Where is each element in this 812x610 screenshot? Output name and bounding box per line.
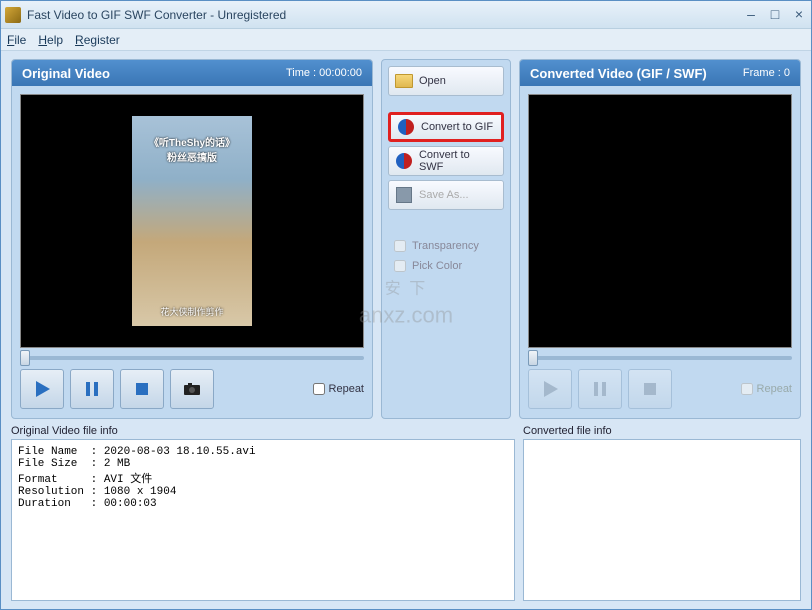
pause-button[interactable] (70, 369, 114, 409)
folder-icon (395, 73, 413, 89)
save-icon (395, 187, 413, 203)
panels-row: Original Video Time : 00:00:00 《听TheShy的… (11, 59, 801, 419)
original-info-label: Original Video file info (11, 425, 515, 437)
pick-color-label: Pick Color (412, 260, 462, 272)
repeat-input[interactable] (313, 383, 325, 395)
open-label: Open (419, 75, 446, 87)
convert-gif-label: Convert to GIF (421, 121, 493, 133)
pick-color-option: Pick Color (388, 258, 504, 274)
convert-icon (397, 119, 415, 135)
converted-video-panel: Converted Video (GIF / SWF) Frame : 0 (519, 59, 801, 419)
repeat-label: Repeat (329, 383, 364, 395)
pick-color-checkbox (394, 260, 406, 272)
stop-icon (640, 379, 660, 399)
converted-info-text[interactable] (523, 439, 801, 601)
window-title: Fast Video to GIF SWF Converter - Unregi… (27, 8, 743, 22)
pause-button (578, 369, 622, 409)
converted-video-viewport[interactable] (528, 94, 792, 348)
converted-repeat-checkbox: Repeat (741, 383, 792, 395)
pause-icon (82, 379, 102, 399)
slider-thumb[interactable] (20, 350, 30, 366)
open-button[interactable]: Open (388, 66, 504, 96)
minimize-button[interactable]: – (743, 8, 759, 22)
thumb-title: 《听TheShy的话》 (149, 134, 235, 149)
maximize-button[interactable]: □ (767, 8, 783, 22)
menubar: File Help Register (1, 29, 811, 51)
time-display: Time : 00:00:00 (286, 67, 362, 79)
transparency-label: Transparency (412, 240, 479, 252)
convert-icon (395, 153, 413, 169)
original-video-viewport[interactable]: 《听TheShy的话》 粉丝恶搞版 花大侠制作剪作 (20, 94, 364, 348)
slider-track (20, 356, 364, 360)
slider-thumb (528, 350, 538, 366)
original-panel-body: 《听TheShy的话》 粉丝恶搞版 花大侠制作剪作 (12, 86, 372, 418)
slider-track (528, 356, 792, 360)
menu-register[interactable]: Register (75, 33, 120, 47)
camera-icon (182, 379, 202, 399)
converted-panel-body: Repeat (520, 86, 800, 418)
thumb-subtitle: 粉丝恶搞版 (167, 149, 217, 164)
stop-button (628, 369, 672, 409)
stop-button[interactable] (120, 369, 164, 409)
play-icon (32, 379, 52, 399)
convert-to-gif-button[interactable]: Convert to GIF (388, 112, 504, 142)
transparency-option: Transparency (388, 238, 504, 254)
snapshot-button[interactable] (170, 369, 214, 409)
original-video-panel: Original Video Time : 00:00:00 《听TheShy的… (11, 59, 373, 419)
play-icon (540, 379, 560, 399)
converted-file-info: Converted file info (523, 425, 801, 601)
transparency-checkbox (394, 240, 406, 252)
stop-icon (132, 379, 152, 399)
save-as-button: Save As... (388, 180, 504, 210)
app-icon (5, 7, 21, 23)
info-row: Original Video file info File Name : 202… (11, 425, 801, 601)
repeat-input (741, 383, 753, 395)
pause-icon (590, 379, 610, 399)
original-info-text[interactable]: File Name : 2020-08-03 18.10.55.avi File… (11, 439, 515, 601)
original-panel-title: Original Video (22, 66, 110, 81)
original-controls: Repeat (20, 368, 364, 410)
close-button[interactable]: × (791, 8, 807, 22)
converted-seek-slider (528, 348, 792, 368)
play-button[interactable] (20, 369, 64, 409)
repeat-label: Repeat (757, 383, 792, 395)
convert-to-swf-button[interactable]: Convert to SWF (388, 146, 504, 176)
frame-display: Frame : 0 (743, 67, 790, 79)
play-button (528, 369, 572, 409)
converted-controls: Repeat (528, 368, 792, 410)
menu-file[interactable]: File (7, 33, 26, 47)
original-file-info: Original Video file info File Name : 202… (11, 425, 515, 601)
thumb-footer: 花大侠制作剪作 (160, 305, 223, 318)
titlebar: Fast Video to GIF SWF Converter - Unregi… (1, 1, 811, 29)
thumb-credit (191, 124, 194, 134)
converted-panel-header: Converted Video (GIF / SWF) Frame : 0 (520, 60, 800, 86)
content-area: Original Video Time : 00:00:00 《听TheShy的… (1, 51, 811, 609)
original-seek-slider[interactable] (20, 348, 364, 368)
video-thumbnail: 《听TheShy的话》 粉丝恶搞版 花大侠制作剪作 (132, 116, 252, 326)
menu-help[interactable]: Help (38, 33, 63, 47)
converted-info-label: Converted file info (523, 425, 801, 437)
original-panel-header: Original Video Time : 00:00:00 (12, 60, 372, 86)
save-as-label: Save As... (419, 189, 469, 201)
converted-panel-title: Converted Video (GIF / SWF) (530, 66, 707, 81)
convert-swf-label: Convert to SWF (419, 149, 497, 173)
window-buttons: – □ × (743, 8, 807, 22)
action-panel: Open Convert to GIF Convert to SWF Save … (381, 59, 511, 419)
original-repeat-checkbox[interactable]: Repeat (313, 383, 364, 395)
app-window: Fast Video to GIF SWF Converter - Unregi… (0, 0, 812, 610)
